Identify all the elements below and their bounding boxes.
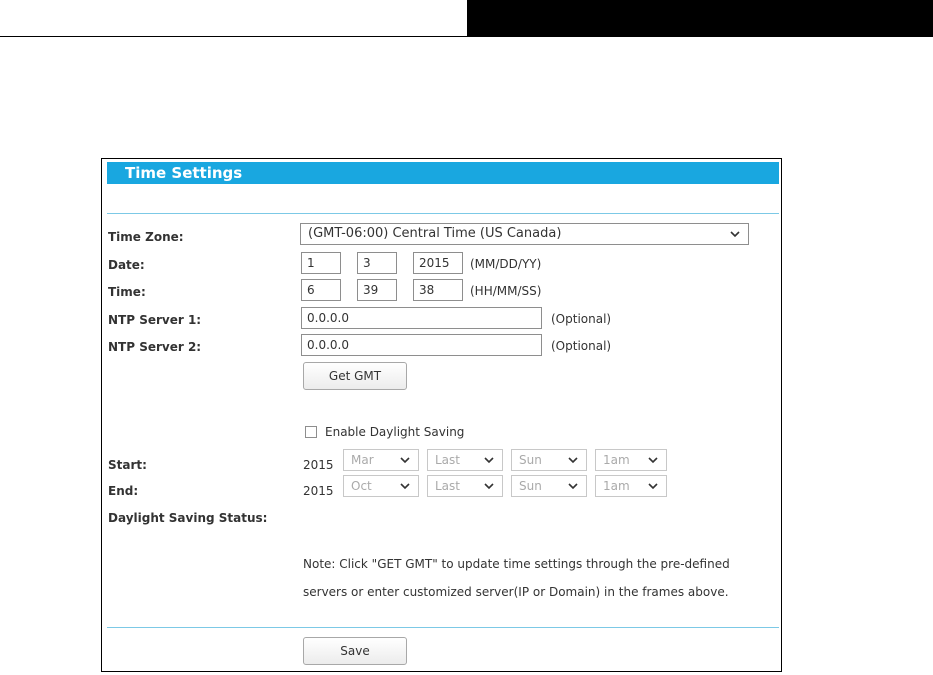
chevron-down-icon <box>400 457 410 464</box>
ntp-server-1-input[interactable] <box>301 307 542 329</box>
get-gmt-button[interactable]: Get GMT <box>303 362 407 390</box>
chevron-down-icon <box>568 483 578 490</box>
ntp-server-2-label: NTP Server 2: <box>108 340 202 354</box>
chevron-down-icon <box>730 231 740 238</box>
daylight-saving-checkbox[interactable] <box>305 426 317 438</box>
end-day-value: Sun <box>519 479 542 493</box>
end-day-select[interactable]: Sun <box>511 475 587 497</box>
chevron-down-icon <box>484 457 494 464</box>
ntp-server-2-input[interactable] <box>301 334 542 356</box>
start-week-select[interactable]: Last <box>427 449 503 471</box>
start-time-value: 1am <box>603 453 630 467</box>
bottom-divider <box>107 627 779 628</box>
start-day-select[interactable]: Sun <box>511 449 587 471</box>
end-time-value: 1am <box>603 479 630 493</box>
start-month-select[interactable]: Mar <box>343 449 419 471</box>
ntp-server-1-label: NTP Server 1: <box>108 313 202 327</box>
start-day-value: Sun <box>519 453 542 467</box>
start-week-value: Last <box>435 453 460 467</box>
time-label: Time: <box>108 285 146 299</box>
time-second-input[interactable] <box>413 279 463 301</box>
top-rule <box>0 36 467 37</box>
ntp-server-1-hint: (Optional) <box>551 312 612 326</box>
start-label: Start: <box>108 458 147 472</box>
end-month-value: Oct <box>351 479 372 493</box>
chevron-down-icon <box>568 457 578 464</box>
note-line-1: Note: Click "GET GMT" to update time set… <box>303 557 730 571</box>
end-time-select[interactable]: 1am <box>595 475 667 497</box>
panel-title: Time Settings <box>107 162 779 184</box>
start-month-value: Mar <box>351 453 374 467</box>
time-zone-select[interactable]: (GMT-06:00) Central Time (US Canada) <box>300 223 749 245</box>
date-month-input[interactable] <box>301 252 341 274</box>
ntp-server-2-hint: (Optional) <box>551 339 612 353</box>
top-divider <box>107 213 779 214</box>
time-hour-input[interactable] <box>301 279 341 301</box>
end-week-select[interactable]: Last <box>427 475 503 497</box>
date-year-input[interactable] <box>413 252 463 274</box>
top-black-bar <box>467 0 933 37</box>
start-year: 2015 <box>303 458 334 472</box>
daylight-saving-status-label: Daylight Saving Status: <box>108 511 268 525</box>
chevron-down-icon <box>400 483 410 490</box>
end-month-select[interactable]: Oct <box>343 475 419 497</box>
start-time-select[interactable]: 1am <box>595 449 667 471</box>
chevron-down-icon <box>648 457 658 464</box>
time-zone-label: Time Zone: <box>108 230 184 244</box>
time-zone-value: (GMT-06:00) Central Time (US Canada) <box>308 226 562 241</box>
date-day-input[interactable] <box>357 252 397 274</box>
note-line-2: servers or enter customized server(IP or… <box>303 585 729 599</box>
date-label: Date: <box>108 258 145 272</box>
end-week-value: Last <box>435 479 460 493</box>
daylight-saving-checkbox-label: Enable Daylight Saving <box>325 425 465 439</box>
time-minute-input[interactable] <box>357 279 397 301</box>
chevron-down-icon <box>648 483 658 490</box>
end-label: End: <box>108 484 139 498</box>
chevron-down-icon <box>484 483 494 490</box>
date-format-hint: (MM/DD/YY) <box>470 257 542 271</box>
save-button[interactable]: Save <box>303 637 407 665</box>
time-format-hint: (HH/MM/SS) <box>470 284 542 298</box>
end-year: 2015 <box>303 484 334 498</box>
time-settings-panel: Time Settings Time Zone: (GMT-06:00) Cen… <box>101 158 782 672</box>
